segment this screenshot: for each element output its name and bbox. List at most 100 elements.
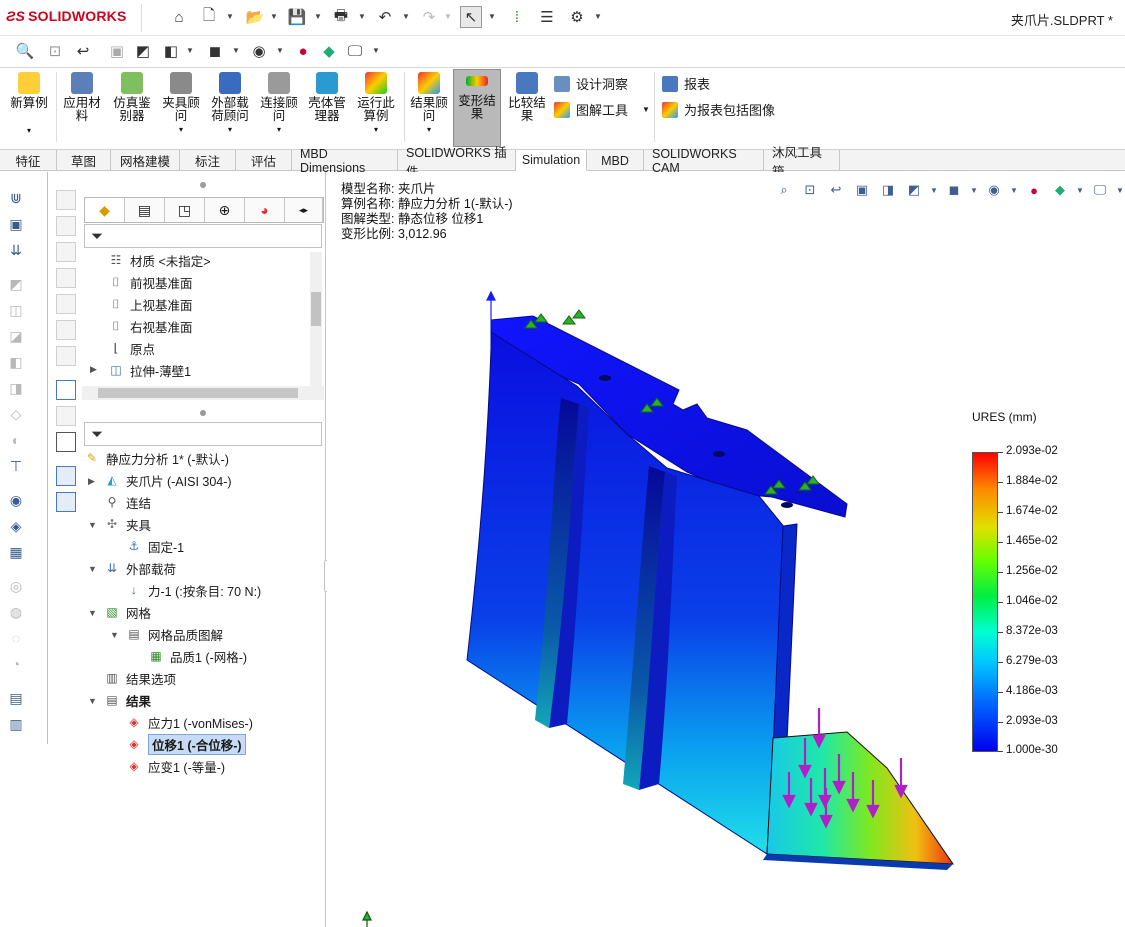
results-advisor-button[interactable]: 结果顾问 ▾ <box>406 72 452 144</box>
options-gear-icon[interactable]: ⚙ <box>566 6 588 28</box>
tree-item-fixed-1[interactable]: ⚓ 固定-1 <box>126 536 185 556</box>
report-icon[interactable]: ▤ <box>6 688 26 708</box>
file-properties-icon[interactable]: ☰ <box>536 6 558 28</box>
deformed-result-button[interactable]: 变形结果 <box>453 69 501 147</box>
expand-arrow-icon[interactable]: ▶ <box>90 364 97 375</box>
tab-markup[interactable]: 标注 <box>180 150 236 171</box>
tab-mbd-dimensions[interactable]: MBD Dimensions <box>292 147 398 175</box>
chevron-down-icon[interactable]: ▼ <box>270 12 278 21</box>
mesh-icon[interactable]: ▣ <box>6 214 26 234</box>
home-icon[interactable]: ⌂ <box>168 6 190 28</box>
chevron-down-icon[interactable]: ▼ <box>444 12 452 21</box>
chevron-down-icon[interactable]: ▼ <box>226 12 234 21</box>
scroll-thumb[interactable] <box>311 292 321 326</box>
design-check-icon[interactable]: ◌ <box>6 628 26 648</box>
tree-item-top-plane[interactable]: ⌷ 上视基准面 <box>108 294 192 314</box>
tree-item-mesh[interactable]: ▧ 网格 <box>104 602 151 622</box>
tool-slot-icon[interactable] <box>56 346 76 366</box>
tree-item-static-study[interactable]: ✎ 静应力分析 1* (-默认-) <box>84 448 229 468</box>
tab-mesh-modeling[interactable]: 网格建模 <box>111 150 180 171</box>
hide-show-items-icon[interactable]: ◼ <box>204 40 226 62</box>
tab-mufeng-toolbox[interactable]: 沐风工具箱 <box>764 146 840 179</box>
zoom-to-fit-icon[interactable]: 🔍 <box>14 40 36 62</box>
tree-item-quality-1[interactable]: ▦ 品质1 (-网格-) <box>148 646 247 666</box>
tree-item-result-options[interactable]: ▥ 结果选项 <box>104 668 176 688</box>
previous-view-icon[interactable]: ↩ <box>72 40 94 62</box>
panel-grip[interactable] <box>200 182 206 188</box>
tree-vertical-scrollbar[interactable] <box>310 252 322 386</box>
collapse-arrow-icon[interactable]: ▼ <box>110 630 119 640</box>
tool-slot-icon[interactable] <box>56 216 76 236</box>
scroll-thumb[interactable] <box>98 388 298 398</box>
mesh-quality-icon[interactable]: ▦ <box>6 542 26 562</box>
tab-solidworks-addins[interactable]: SOLIDWORKS 插件 <box>398 146 516 179</box>
tool-slot-icon[interactable] <box>56 190 76 210</box>
tool-slot-icon[interactable] <box>56 242 76 262</box>
report-button[interactable]: 报表 <box>662 74 710 93</box>
tree-item-force-1[interactable]: ↓ 力-1 (:按条目: 70 N:) <box>126 580 261 600</box>
simulation-evaluator-button[interactable]: 仿真鉴别器 <box>108 72 156 144</box>
new-document-icon[interactable]: 🗋 <box>198 6 220 28</box>
display-icon[interactable] <box>56 432 76 452</box>
filter-funnel-icon[interactable]: ⏷ <box>91 426 103 443</box>
external-loads-advisor-button[interactable]: 外部载荷顾问 ▾ <box>206 72 254 144</box>
save-icon[interactable]: 💾 <box>286 6 308 28</box>
display-manager-tab-icon[interactable]: ◕ <box>245 198 285 222</box>
tab-simulation[interactable]: Simulation <box>516 150 587 171</box>
tree-item-right-plane[interactable]: ⌷ 右视基准面 <box>108 316 192 336</box>
bearing-icon[interactable]: ◇ <box>6 404 26 424</box>
apply-material-button[interactable]: 应用材料 <box>60 72 104 144</box>
rebuild-traffic-light-icon[interactable]: ⁞ <box>506 6 528 28</box>
chevron-down-icon[interactable]: ▼ <box>372 46 380 55</box>
copy-study-icon[interactable] <box>56 466 76 486</box>
graphics-area[interactable]: 模型名称: 夹爪片 算例名称: 静应力分析 1(-默认-) 图解类型: 静态位移… <box>327 172 1125 927</box>
tab-evaluate[interactable]: 评估 <box>236 150 292 171</box>
tree-item-external-loads[interactable]: ⇊ 外部载荷 <box>104 558 176 578</box>
tree-item-part-material[interactable]: ◭ 夹爪片 (-AISI 304-) <box>104 470 231 490</box>
select-pointer-icon[interactable]: ↖ <box>460 6 482 28</box>
image-report-icon[interactable]: ▥ <box>6 714 26 734</box>
view-settings-monitor-icon[interactable]: 🖵 <box>344 40 366 62</box>
tree-item-origin[interactable]: ⌊ 原点 <box>108 338 155 358</box>
contact-icon[interactable]: ◩ <box>6 274 26 294</box>
chevron-down-icon[interactable]: ▼ <box>402 12 410 21</box>
print-icon[interactable]: 🖶 <box>330 6 352 28</box>
tree-item-displacement-1[interactable]: ◈ 位移1 (-合位移-) <box>126 733 246 755</box>
edit-appearance-icon[interactable]: ● <box>292 40 314 62</box>
chevron-down-icon[interactable]: ▼ <box>276 46 284 55</box>
tree-item-strain-1[interactable]: ◈ 应变1 (-等量-) <box>126 756 225 776</box>
probe-icon[interactable]: ◎ <box>6 576 26 596</box>
zoom-area-icon[interactable]: ⊡ <box>44 40 66 62</box>
compare-results-button[interactable]: 比较结果 <box>504 72 550 144</box>
tree-item-stress-1[interactable]: ◈ 应力1 (-vonMises-) <box>126 712 253 732</box>
add-result-icon[interactable] <box>56 380 76 400</box>
spring-icon[interactable]: ◨ <box>6 378 26 398</box>
expand-arrow-icon[interactable]: ▶ <box>88 476 95 487</box>
feature-manager-tab-icon[interactable]: ◆ <box>85 198 125 222</box>
design-insight-button[interactable]: 设计洞察 <box>554 74 628 93</box>
results-icon[interactable]: ◈ <box>6 516 26 536</box>
tab-scroll-arrows-icon[interactable]: ◂▸ <box>285 198 323 222</box>
display-style-icon[interactable]: ◧ <box>160 40 182 62</box>
tab-solidworks-cam[interactable]: SOLIDWORKS CAM <box>644 147 764 175</box>
pin-icon[interactable]: ◐ <box>6 430 26 450</box>
tree-horizontal-scrollbar[interactable] <box>82 386 324 400</box>
compare-icon[interactable]: ◍ <box>6 602 26 622</box>
chevron-down-icon[interactable]: ▼ <box>488 12 496 21</box>
tree-item-fixtures[interactable]: ✣ 夹具 <box>104 514 151 534</box>
tab-features[interactable]: 特征 <box>0 150 57 171</box>
tree-item-mesh-quality-plot[interactable]: ▤ 网格品质图解 <box>126 624 223 644</box>
dimxpert-tab-icon[interactable]: ⊕ <box>205 198 245 222</box>
tree-item-results[interactable]: ▤ 结果 <box>104 690 151 710</box>
tree-item-connections[interactable]: ⚲ 连结 <box>104 492 151 512</box>
chevron-down-icon[interactable]: ▼ <box>642 105 650 114</box>
run-study-icon[interactable]: ◉ <box>6 490 26 510</box>
fixtures-advisor-button[interactable]: 夹具顾问 ▾ <box>158 72 204 144</box>
tool-slot-icon[interactable] <box>56 406 76 426</box>
chevron-down-icon[interactable]: ▼ <box>186 46 194 55</box>
deformed-model-view[interactable] <box>327 172 1125 927</box>
tree-item-extrude-thin[interactable]: ◫ 拉伸-薄壁1 <box>108 360 191 380</box>
collapse-arrow-icon[interactable]: ▼ <box>88 520 97 530</box>
chevron-down-icon[interactable]: ▼ <box>358 12 366 21</box>
tree-item-material[interactable]: ☷ 材质 <未指定> <box>108 250 211 270</box>
